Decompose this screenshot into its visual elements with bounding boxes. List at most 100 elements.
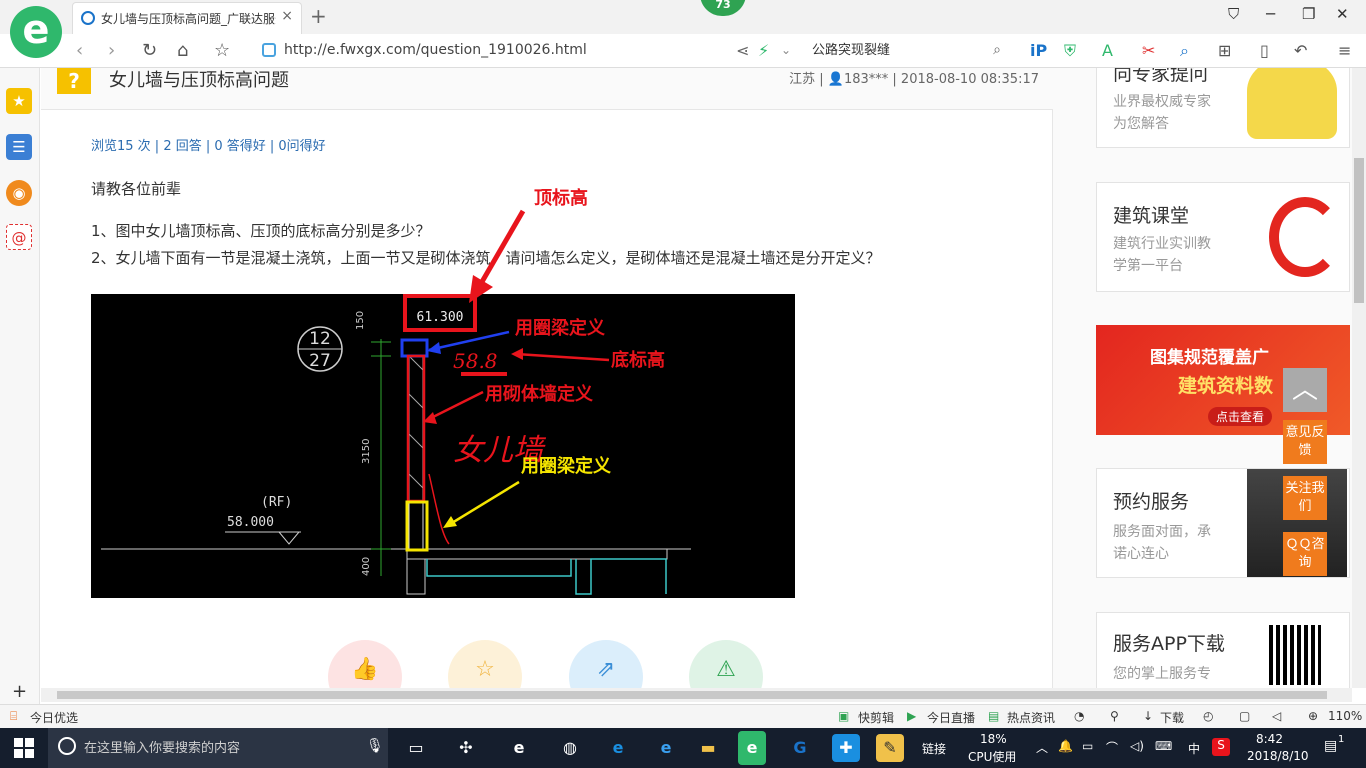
share-icon[interactable]: ⋖ xyxy=(736,41,749,60)
edge-icon[interactable]: e xyxy=(604,734,632,762)
new-tab-button[interactable]: + xyxy=(310,4,327,28)
zoom-level[interactable]: 110% xyxy=(1328,709,1362,723)
tray-chevron-icon[interactable]: ︿ xyxy=(1036,739,1048,756)
magnifier-icon[interactable]: ⌕ xyxy=(1180,41,1189,61)
keyboard-icon[interactable]: ⌨ xyxy=(1155,739,1172,753)
start-windows-icon[interactable] xyxy=(14,738,34,758)
horizontal-scroll-thumb[interactable] xyxy=(57,691,1327,699)
follow-us-button[interactable]: 关注我们 xyxy=(1283,476,1327,520)
glodon-app-icon[interactable]: G xyxy=(786,734,814,762)
arrow-top-line xyxy=(476,209,526,289)
taskbar-search[interactable]: 🎙 xyxy=(48,728,388,768)
close-button[interactable]: ✕ xyxy=(1336,5,1349,23)
action-center-icon[interactable]: ▤ xyxy=(1324,738,1337,754)
volume-icon[interactable]: ◁ xyxy=(1272,709,1281,723)
clock-date[interactable]: 2018/8/10 xyxy=(1247,749,1309,763)
notes-app-icon[interactable]: ✎ xyxy=(876,734,904,762)
window-icon[interactable]: ▢ xyxy=(1239,709,1250,723)
speed-icon[interactable]: ◔ xyxy=(1074,709,1084,723)
favorites-star-icon[interactable]: ★ xyxy=(6,88,32,114)
email-at-icon[interactable]: @ xyxy=(6,224,32,250)
share-button[interactable]: ⇗ xyxy=(569,640,643,688)
sound-icon[interactable]: ◴ xyxy=(1203,709,1213,723)
banner-button[interactable]: 点击查看 xyxy=(1208,407,1273,426)
news-list-icon[interactable]: ☰ xyxy=(6,134,32,160)
card-ask-expert[interactable]: 向专家提问 业界最权威专家 为您解答 xyxy=(1096,68,1350,148)
menu-icon[interactable]: ≡ xyxy=(1338,41,1351,60)
tab-close-icon[interactable]: × xyxy=(281,8,293,24)
chevron-down-icon[interactable]: ⌄ xyxy=(781,43,791,57)
like-button[interactable]: 👍 xyxy=(328,640,402,688)
bookmark-star-icon[interactable]: ☆ xyxy=(214,40,230,61)
report-button[interactable]: ⚠ xyxy=(689,640,763,688)
fan-app-icon[interactable]: ✣ xyxy=(452,734,480,762)
reading-mode-icon[interactable]: ▯ xyxy=(1260,41,1269,60)
translate-icon[interactable]: A xyxy=(1102,41,1113,60)
cad-hatch xyxy=(408,473,424,489)
question-stats[interactable]: 浏览15 次 | 2 回答 | 0 答得好 | 0问得好 xyxy=(91,135,326,154)
url-text[interactable]: http://e.fwxgx.com/question_1910026.html xyxy=(284,42,587,58)
ip-icon[interactable]: iP xyxy=(1030,41,1047,60)
news-link[interactable]: 热点资讯 xyxy=(1007,709,1055,726)
ime-indicator[interactable]: 中 xyxy=(1188,740,1200,757)
clock-time[interactable]: 8:42 xyxy=(1256,732,1283,746)
taskbar-link-label[interactable]: 链接 xyxy=(922,740,946,757)
search-input[interactable] xyxy=(812,39,982,61)
arrow-top-overlay xyxy=(469,209,526,303)
sogou-ime-icon[interactable]: S xyxy=(1212,738,1230,756)
plus-app-icon[interactable]: ✚ xyxy=(832,734,860,762)
file-explorer-icon[interactable]: ▬ xyxy=(694,734,722,762)
microphone-icon[interactable]: 🎙 xyxy=(366,738,384,754)
browser-logo[interactable]: e xyxy=(10,6,62,58)
browser-tab[interactable]: 女儿墙与压顶标高问题_广联达服务新干线 × xyxy=(72,2,302,34)
favorite-button[interactable]: ☆ xyxy=(448,640,522,688)
annotation-masonry-wall: 用砌体墙定义 xyxy=(485,383,593,405)
minimize-button[interactable]: ─ xyxy=(1266,5,1275,23)
skin-icon[interactable]: ⛉ xyxy=(1228,5,1239,23)
notification-badge[interactable]: 73 xyxy=(700,0,746,16)
network-icon[interactable]: ⌒ xyxy=(1106,739,1118,756)
tray-bell-icon[interactable]: 🔔 xyxy=(1058,739,1073,753)
add-sidebar-icon[interactable]: + xyxy=(12,681,27,702)
e-browser-taskbar-icon[interactable]: e xyxy=(505,734,533,762)
maximize-button[interactable]: ❐ xyxy=(1302,5,1315,23)
speed-mode-icon[interactable]: ⚡ xyxy=(758,41,769,60)
screenshot-scissors-icon[interactable]: ✂ xyxy=(1142,41,1155,60)
feedback-button[interactable]: 意见反馈 xyxy=(1283,420,1327,464)
forward-icon[interactable]: › xyxy=(108,40,115,61)
vertical-scrollbar[interactable] xyxy=(1352,68,1366,688)
back-icon[interactable]: ‹ xyxy=(76,40,83,61)
360-browser-active-icon[interactable]: e xyxy=(738,731,766,765)
url-field[interactable]: http://e.fwxgx.com/question_1910026.html xyxy=(262,39,722,63)
search-box[interactable]: ⌕ xyxy=(812,39,1007,63)
download-link[interactable]: 下载 xyxy=(1160,709,1184,726)
refresh-icon[interactable]: ↻ xyxy=(142,40,157,61)
home-icon[interactable]: ⌂ xyxy=(177,40,188,61)
question-header: ? 女儿墙与压顶标高问题 江苏 | 👤183*** | 2018-08-10 0… xyxy=(41,68,1053,110)
pin-icon[interactable]: ⚲ xyxy=(1110,709,1119,723)
zoom-icon[interactable]: ⊕ xyxy=(1308,709,1318,723)
kuaijianji-link[interactable]: 快剪辑 xyxy=(858,709,894,726)
speaker-icon[interactable]: ◁) xyxy=(1130,739,1144,753)
horizontal-scrollbar[interactable] xyxy=(41,688,1352,702)
taskbar-search-input[interactable] xyxy=(84,738,364,758)
annotation-ring-beam-1: 用圈梁定义 xyxy=(515,317,605,339)
apps-grid-icon[interactable]: ⊞ xyxy=(1218,41,1231,60)
daily-picks-link[interactable]: 今日优选 xyxy=(30,709,78,726)
site-info-icon[interactable] xyxy=(262,43,276,57)
chat-app-icon[interactable]: ◍ xyxy=(556,734,584,762)
card-app-download[interactable]: 服务APP下载 您的掌上服务专 xyxy=(1096,612,1350,688)
back-to-top-button[interactable]: ︿ xyxy=(1283,368,1327,412)
undo-icon[interactable]: ↶ xyxy=(1294,41,1307,60)
vertical-scroll-thumb[interactable] xyxy=(1354,158,1364,303)
cad-drawing-image[interactable]: 12 27 150 3150 400 (RF) 58.000 61.300 58… xyxy=(91,294,795,598)
weibo-icon[interactable]: ◉ xyxy=(6,180,32,206)
task-view-icon[interactable]: ▭ xyxy=(402,734,430,762)
shield-icon[interactable]: ⛨ xyxy=(1064,41,1076,61)
card-building-class[interactable]: 建筑课堂 建筑行业实训教 学第一平台 xyxy=(1096,182,1350,292)
search-icon[interactable]: ⌕ xyxy=(993,42,1001,58)
live-link[interactable]: 今日直播 xyxy=(927,709,975,726)
battery-icon[interactable]: ▭ xyxy=(1082,739,1093,753)
qq-consult-button[interactable]: ＱＱ咨询 xyxy=(1283,532,1327,576)
ie-icon[interactable]: e xyxy=(652,734,680,762)
